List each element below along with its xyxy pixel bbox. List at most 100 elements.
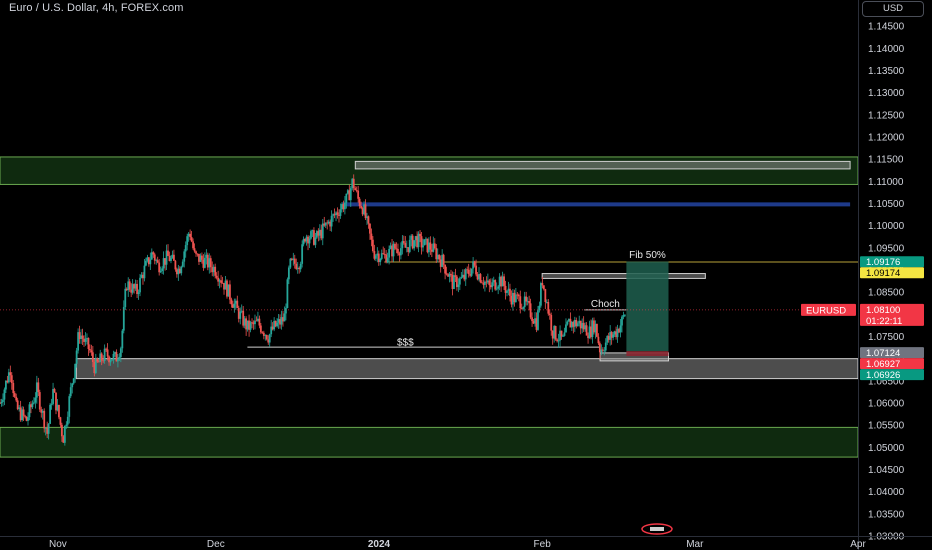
candle-body xyxy=(118,356,121,360)
price-axis-tick: 1.08500 xyxy=(868,288,905,299)
candle-body xyxy=(624,314,626,316)
candle-body xyxy=(43,410,46,429)
candle-body xyxy=(301,244,304,264)
candle-body xyxy=(519,296,522,309)
candle-body xyxy=(239,311,242,319)
candle-body xyxy=(66,416,69,425)
candle-body xyxy=(321,223,324,239)
candle-body xyxy=(84,338,87,342)
candle-body xyxy=(186,236,189,246)
candle-body xyxy=(531,317,533,322)
candle-body xyxy=(159,270,162,273)
candle-body xyxy=(382,253,385,255)
time-axis-tick: Mar xyxy=(686,539,704,550)
candle-body xyxy=(145,260,147,266)
candle-body xyxy=(603,350,606,352)
grey-fib-box xyxy=(541,273,706,279)
candle-body xyxy=(379,258,382,263)
candle-body xyxy=(72,378,75,384)
candle-body xyxy=(470,268,473,276)
position-loss-zone xyxy=(626,351,669,357)
candle-body xyxy=(91,352,94,363)
candle-body xyxy=(139,277,141,293)
candle-body xyxy=(438,254,441,260)
time-axis-tick: Feb xyxy=(534,539,552,550)
candle-body xyxy=(419,233,421,237)
candle-body xyxy=(293,258,296,264)
candle-body xyxy=(174,260,177,270)
grey-supply-box-top xyxy=(354,160,851,170)
candle-body xyxy=(343,202,346,210)
candle-body xyxy=(153,254,156,261)
candle-body xyxy=(183,251,186,262)
time-axis: Nov Dec 2024 Feb Mar Apr xyxy=(0,523,932,550)
candle-body xyxy=(394,243,396,249)
candle-body xyxy=(563,332,566,336)
price-axis-tick: 1.11500 xyxy=(868,155,904,166)
candle-body xyxy=(119,348,122,357)
candle-body xyxy=(50,403,53,405)
green-zone-lower xyxy=(0,426,859,458)
price-axis-tick: 1.05500 xyxy=(868,421,905,432)
candle-body xyxy=(58,404,60,418)
candle-body xyxy=(562,335,564,337)
candle-body xyxy=(152,252,155,255)
candle-body xyxy=(276,322,278,327)
candle-body xyxy=(201,255,203,260)
price-axis-tick: 1.13000 xyxy=(868,88,905,99)
candle-body xyxy=(233,303,236,308)
candle-body xyxy=(619,325,622,333)
candle-body xyxy=(597,336,600,344)
zones-layer xyxy=(0,156,859,458)
candle-body xyxy=(314,237,317,245)
candle-body xyxy=(565,324,567,333)
candle-body xyxy=(488,280,491,286)
tag-1-09174: 1.09174 xyxy=(866,268,900,279)
candle-body xyxy=(13,393,16,397)
candle-body xyxy=(193,248,196,252)
price-axis-tick: 1.13500 xyxy=(868,66,905,77)
price-axis-tick: 1.14500 xyxy=(868,22,905,33)
chart-canvas[interactable]: Fib 50% Choch $$$ 1.14500 1.14000 1.13500 1.1… xyxy=(0,0,932,550)
candle-body xyxy=(259,325,262,333)
candle-body xyxy=(236,300,239,309)
candle-body xyxy=(550,315,553,331)
candle-body xyxy=(117,359,119,362)
candle-body xyxy=(397,248,399,254)
candle-body xyxy=(479,274,482,283)
candle-body xyxy=(422,245,424,248)
candle-body xyxy=(161,268,164,271)
price-axis-tick: 1.14000 xyxy=(868,44,905,55)
candle-body xyxy=(124,288,127,308)
candle-body xyxy=(214,266,217,276)
candle-body xyxy=(47,423,50,434)
candle-body xyxy=(128,281,131,290)
candle-body xyxy=(96,358,99,362)
candle-body xyxy=(473,261,476,266)
candle-body xyxy=(121,330,124,349)
candle-body xyxy=(10,375,13,383)
tag-1-09176: 1.09176 xyxy=(866,257,900,268)
candle-body xyxy=(137,292,140,295)
candle-body xyxy=(525,296,528,302)
candle-body xyxy=(542,285,545,290)
candle-body xyxy=(413,240,416,249)
price-axis-tick: 1.03500 xyxy=(868,509,905,520)
candle-body xyxy=(299,263,302,270)
candle-body xyxy=(503,276,505,286)
candle-body xyxy=(87,337,90,349)
candle-body xyxy=(494,280,497,290)
time-axis-tick: 2024 xyxy=(368,539,391,550)
candle-body xyxy=(454,275,457,277)
candle-body xyxy=(358,198,361,207)
candle-body xyxy=(103,348,106,362)
price-axis-tick: 1.10500 xyxy=(868,199,905,210)
candle-body xyxy=(285,308,287,314)
candle-body xyxy=(336,212,339,215)
candle-body xyxy=(467,269,470,275)
candle-body xyxy=(195,251,197,254)
candle-body xyxy=(149,259,152,265)
candle-body xyxy=(68,396,71,417)
candle-body xyxy=(100,353,103,361)
candle-body xyxy=(529,303,532,318)
